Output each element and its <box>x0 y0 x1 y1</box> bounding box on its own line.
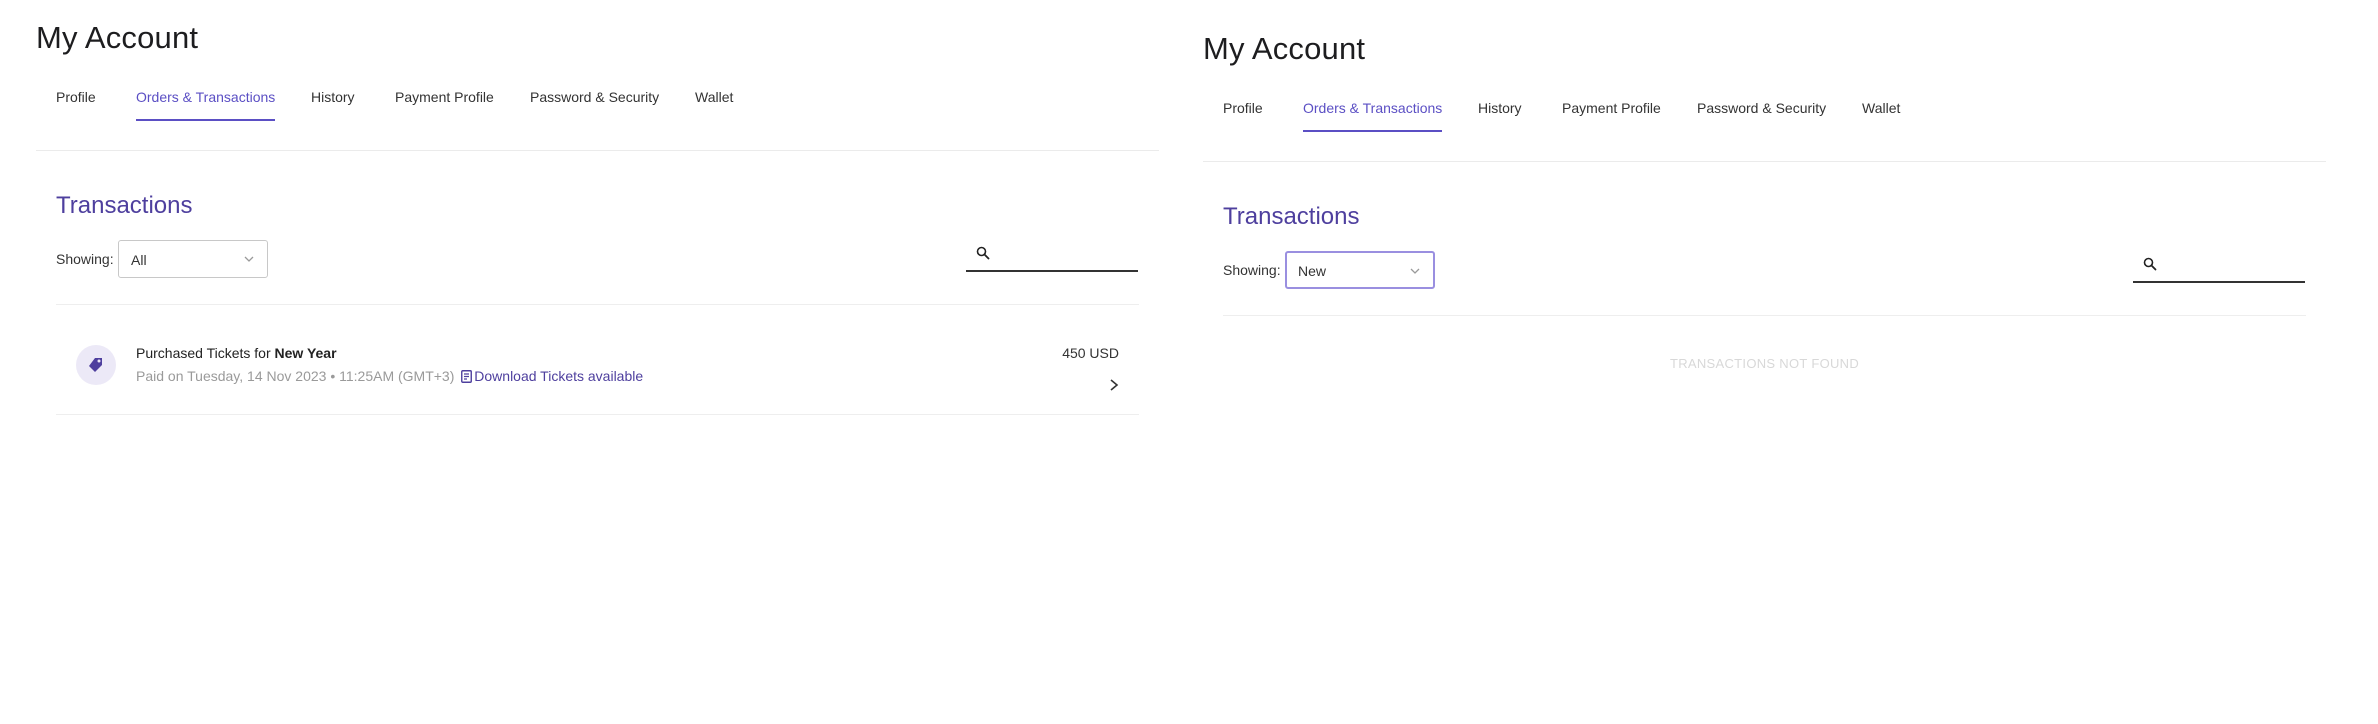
status-filter-value: All <box>131 252 147 268</box>
filter-label: Showing: <box>56 251 114 267</box>
tab-history[interactable]: History <box>311 89 355 119</box>
tab-history[interactable]: History <box>1478 100 1522 130</box>
tabs-divider <box>1203 161 2326 162</box>
transaction-title: Purchased Tickets for New Year <box>136 345 337 361</box>
tab-profile[interactable]: Profile <box>56 89 96 119</box>
search-icon[interactable] <box>2143 257 2157 271</box>
account-tabs: Profile Orders & Transactions History Pa… <box>1223 100 2323 160</box>
transaction-title-prefix: Purchased Tickets for <box>136 345 271 361</box>
download-tickets-link[interactable]: Download Tickets available <box>458 368 643 384</box>
transaction-details: Paid on Tuesday, 14 Nov 2023 • 11:25AM (… <box>136 368 643 384</box>
account-tabs: Profile Orders & Transactions History Pa… <box>56 89 1156 149</box>
tab-password-security[interactable]: Password & Security <box>1697 100 1826 130</box>
tab-password-security[interactable]: Password & Security <box>530 89 659 119</box>
search-input[interactable] <box>998 242 1136 268</box>
tab-payment-profile[interactable]: Payment Profile <box>1562 100 1661 130</box>
account-panel-new: My Account Profile Orders & Transactions… <box>1178 0 2378 724</box>
tab-wallet[interactable]: Wallet <box>695 89 733 119</box>
tabs-divider <box>36 150 1159 151</box>
download-tickets-label[interactable]: Download Tickets available <box>474 368 643 384</box>
section-title: Transactions <box>1223 203 1360 230</box>
list-divider <box>1223 315 2306 316</box>
empty-state-message: TRANSACTIONS NOT FOUND <box>1669 356 1860 371</box>
search-input[interactable] <box>2165 253 2303 279</box>
account-panel-all: My Account Profile Orders & Transactions… <box>0 0 1180 724</box>
tab-wallet[interactable]: Wallet <box>1862 100 1900 130</box>
status-filter-select[interactable]: All <box>118 240 268 278</box>
page-title: My Account <box>1203 31 1366 66</box>
list-divider <box>56 414 1139 415</box>
transaction-avatar <box>76 345 116 385</box>
search-field[interactable] <box>2133 251 2305 283</box>
chevron-down-icon <box>244 256 254 262</box>
status-filter-value: New <box>1298 263 1327 279</box>
section-title: Transactions <box>56 192 193 219</box>
page-title: My Account <box>36 20 199 55</box>
transaction-amount: 450 USD <box>1062 345 1119 361</box>
tab-orders-transactions[interactable]: Orders & Transactions <box>1303 100 1443 132</box>
tag-icon <box>89 358 102 372</box>
chevron-right-icon[interactable] <box>1109 378 1119 392</box>
document-icon <box>461 370 473 383</box>
status-filter-select[interactable]: New <box>1285 251 1435 289</box>
tab-payment-profile[interactable]: Payment Profile <box>395 89 494 119</box>
transaction-row[interactable]: Purchased Tickets for New Year Paid on T… <box>56 304 1139 414</box>
tab-profile[interactable]: Profile <box>1223 100 1263 130</box>
tab-orders-transactions[interactable]: Orders & Transactions <box>136 89 276 121</box>
chevron-down-icon <box>1410 268 1420 274</box>
search-field[interactable] <box>966 240 1138 272</box>
transaction-event-name: New Year <box>274 345 337 361</box>
filter-label: Showing: <box>1223 262 1281 278</box>
search-icon[interactable] <box>976 246 990 260</box>
transaction-paid-info: Paid on Tuesday, 14 Nov 2023 • 11:25AM (… <box>136 368 455 384</box>
